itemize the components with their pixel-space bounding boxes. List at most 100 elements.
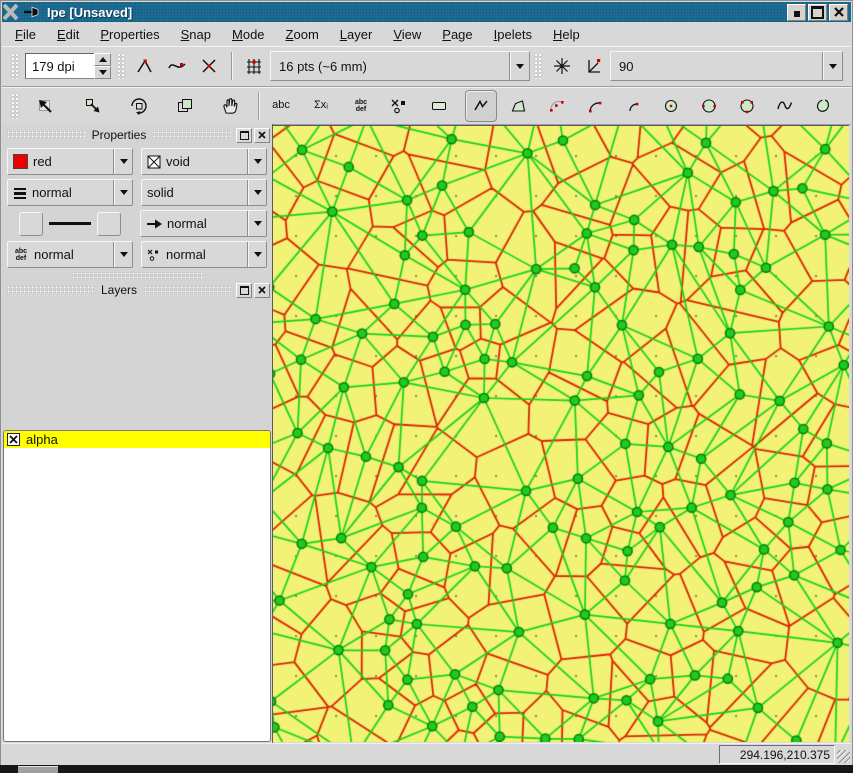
status-bar: 294.196,210.375	[2, 743, 851, 765]
window-titlebar[interactable]: Ipe [Unsaved]	[2, 2, 851, 22]
mode-text-button[interactable]: abc	[265, 90, 297, 122]
menu-edit[interactable]: Edit	[57, 27, 79, 42]
mode-spline-button[interactable]	[769, 90, 801, 122]
rectangle-mode-icon	[429, 96, 449, 116]
grid-size-dropdown-arrow[interactable]	[510, 52, 529, 80]
toolbar-drag-handle[interactable]	[534, 53, 542, 79]
pan-hand-icon	[220, 96, 240, 116]
minimize-button[interactable]	[787, 4, 806, 21]
dock-texture	[7, 131, 85, 139]
mode-circle-2pt-button[interactable]	[693, 90, 725, 122]
snap-auto-angle-button[interactable]	[578, 50, 610, 82]
toolbar-drag-handle[interactable]	[11, 53, 19, 79]
snap-grid-button[interactable]	[238, 50, 270, 82]
dropdown-arrow[interactable]	[248, 211, 266, 236]
layers-panel-drag-handle[interactable]	[72, 272, 202, 279]
menu-view[interactable]: View	[393, 27, 421, 42]
stroke-color-select[interactable]: red	[7, 148, 133, 175]
mode-polygon-button[interactable]	[503, 90, 535, 122]
mode-circle-3pt-button[interactable]	[731, 90, 763, 122]
layer-visibility-checkbox[interactable]	[7, 433, 20, 446]
angle-select[interactable]: 90	[610, 51, 843, 81]
dropdown-arrow[interactable]	[114, 180, 132, 205]
menu-bar: File Edit Properties Snap Mode Zoom Laye…	[2, 22, 851, 46]
resolution-value[interactable]: 179 dpi	[25, 53, 94, 79]
mode-arc-3pt-button[interactable]	[541, 90, 573, 122]
mode-arc-2pt-button[interactable]	[579, 90, 611, 122]
menu-layer[interactable]: Layer	[340, 27, 373, 42]
maximize-button[interactable]	[808, 4, 827, 21]
desktop-edge-strip	[0, 765, 853, 773]
void-fill-icon	[147, 155, 161, 169]
menu-page[interactable]: Page	[442, 27, 472, 42]
fill-style-select[interactable]: void	[141, 148, 267, 175]
forward-arrow-toggle[interactable]	[97, 212, 121, 236]
mode-select-button[interactable]	[29, 90, 61, 122]
arrow-style-select[interactable]: normal	[140, 210, 267, 237]
snap-boundary-button[interactable]	[161, 50, 193, 82]
resolution-spinbox[interactable]: 179 dpi	[25, 53, 111, 79]
menu-snap[interactable]: Snap	[181, 27, 211, 42]
menu-zoom[interactable]: Zoom	[286, 27, 319, 42]
layer-row-alpha[interactable]: alpha	[4, 431, 270, 448]
mode-circle-center-button[interactable]	[655, 90, 687, 122]
mode-rectangle-button[interactable]	[423, 90, 455, 122]
menu-file[interactable]: File	[15, 27, 36, 42]
mode-polyline-button[interactable]	[465, 90, 497, 122]
mark-shape-select[interactable]: normal	[141, 241, 267, 268]
close-button[interactable]	[829, 4, 848, 21]
mode-stretch-button[interactable]	[169, 90, 201, 122]
text-style-select[interactable]: abc def normal	[7, 241, 133, 268]
marks-mode-icon	[389, 96, 409, 116]
mode-pan-button[interactable]	[214, 90, 246, 122]
toolbar-drag-handle[interactable]	[117, 53, 125, 79]
resize-grip[interactable]	[837, 750, 850, 763]
select-icon	[35, 96, 55, 116]
menu-help[interactable]: Help	[553, 27, 580, 42]
layers-close-button[interactable]	[254, 283, 270, 298]
layers-float-button[interactable]	[236, 283, 252, 298]
snap-toolbar: 179 dpi	[2, 46, 851, 87]
dropdown-arrow[interactable]	[114, 242, 132, 267]
mode-arc-button[interactable]	[617, 90, 649, 122]
arc-mode-icon	[623, 96, 643, 116]
mode-marks-button[interactable]	[383, 90, 415, 122]
mode-rotate-button[interactable]	[123, 90, 155, 122]
resolution-up-button[interactable]	[94, 53, 111, 66]
angle-dropdown-arrow[interactable]	[823, 52, 842, 80]
toolbar-drag-handle[interactable]	[11, 93, 19, 119]
dash-style-select[interactable]: solid	[141, 179, 267, 206]
dropdown-arrow[interactable]	[248, 149, 266, 174]
resolution-down-button[interactable]	[94, 66, 111, 79]
snap-angle-button[interactable]	[546, 50, 578, 82]
fill-style-value: void	[166, 154, 190, 169]
snap-vertex-button[interactable]	[129, 50, 161, 82]
properties-panel-titlebar[interactable]: Properties	[2, 126, 272, 144]
menu-properties[interactable]: Properties	[100, 27, 159, 42]
drawing-canvas[interactable]	[273, 126, 849, 742]
mode-math-button[interactable]: Σxᵢ	[305, 90, 337, 122]
mode-paragraph-button[interactable]: abc def	[345, 90, 377, 122]
mode-translate-button[interactable]	[77, 90, 109, 122]
layer-list: alpha	[3, 430, 271, 742]
properties-close-button[interactable]	[254, 128, 270, 143]
circle-center-mode-icon	[661, 96, 681, 116]
dropdown-arrow[interactable]	[248, 180, 266, 205]
dropdown-arrow[interactable]	[248, 242, 266, 267]
grid-size-select[interactable]: 16 pts (~6 mm)	[270, 51, 530, 81]
text-mode-icon: abc	[272, 100, 290, 111]
reverse-arrow-toggle[interactable]	[19, 212, 43, 236]
properties-float-button[interactable]	[236, 128, 252, 143]
pen-width-select[interactable]: normal	[7, 179, 133, 206]
snap-intersection-button[interactable]	[193, 50, 225, 82]
window-menu-icon[interactable]	[3, 3, 23, 21]
layers-panel-titlebar[interactable]: Layers	[2, 281, 272, 299]
menu-ipelets[interactable]: Ipelets	[494, 27, 532, 42]
mode-splinegon-button[interactable]	[807, 90, 839, 122]
menu-mode[interactable]: Mode	[232, 27, 265, 42]
mark-shape-icon	[147, 248, 161, 262]
snap-intersection-icon	[199, 56, 219, 76]
window-title: Ipe [Unsaved]	[47, 5, 132, 20]
dropdown-arrow[interactable]	[114, 149, 132, 174]
angle-value: 90	[619, 59, 633, 74]
